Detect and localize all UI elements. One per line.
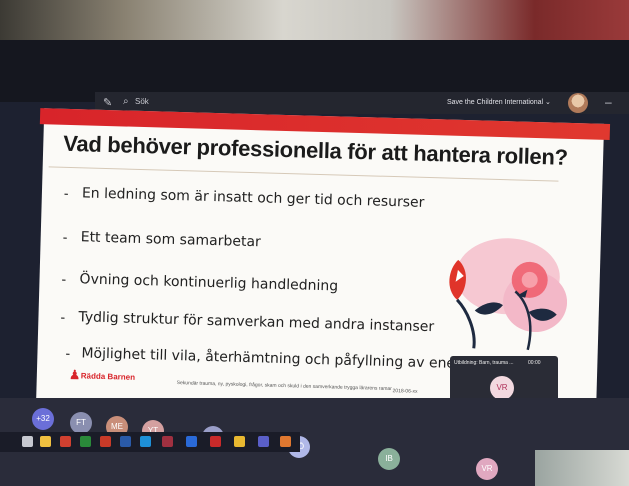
browser-icon[interactable] (140, 436, 151, 447)
minimize-button[interactable]: – (605, 95, 612, 109)
search-input[interactable]: Sök (135, 97, 149, 106)
windows-start-icon[interactable] (22, 436, 33, 447)
chrome-icon[interactable] (234, 436, 245, 447)
excel-icon[interactable] (80, 436, 91, 447)
teams-icon[interactable] (258, 436, 269, 447)
pdf-icon[interactable] (210, 436, 221, 447)
bullet-dash: - (61, 270, 67, 287)
meeting-title: Utbildning: Barn, trauma ... (454, 360, 514, 366)
participant-avatar[interactable]: FT (70, 412, 92, 434)
bullet-dash: - (63, 184, 69, 201)
footer-date: 2018-06-xx (392, 388, 418, 395)
bullet-item: Övning och kontinuerlig handledning (79, 271, 339, 295)
user-avatar[interactable] (568, 93, 588, 113)
word-icon[interactable] (120, 436, 131, 447)
bullet-dash: - (65, 344, 71, 362)
bullet-dash: - (62, 228, 68, 245)
flower-illustration-icon (449, 238, 568, 351)
footer-note: Sekundär trauma, ny, pyskologi, frågor, … (176, 380, 392, 393)
app-icon[interactable] (60, 436, 71, 447)
powerpoint-icon[interactable] (100, 436, 111, 447)
logo-text: Rädda Barnen (80, 371, 136, 382)
title-divider (48, 166, 559, 182)
search-icon[interactable]: ⌕ (123, 96, 129, 107)
bullet-item: En ledning som är insatt och ger tid och… (81, 185, 425, 211)
compose-icon[interactable]: ✎ (103, 96, 112, 109)
bullet-item: Ett team som samarbetar (80, 229, 262, 251)
bullet-item: Möjlighet till vila, återhämtning och på… (81, 345, 474, 373)
slide-title: Vad behöver professionella för att hante… (62, 130, 569, 170)
participant-avatar[interactable]: IB (378, 448, 400, 470)
bullet-dash: - (60, 308, 66, 325)
room-background (0, 0, 629, 40)
room-corner-background (535, 450, 629, 486)
more-participants-badge[interactable]: +32 (32, 408, 54, 430)
edge-icon[interactable] (186, 436, 197, 447)
app-icon[interactable] (280, 436, 291, 447)
participant-avatar: VR (490, 376, 514, 400)
teams-title-bar: ✎ ⌕ Sök Save the Children International … (95, 92, 629, 114)
file-explorer-icon[interactable] (40, 436, 51, 447)
radda-barnen-logo-icon: ♟ (68, 367, 81, 383)
organization-selector[interactable]: Save the Children International ⌄ (447, 98, 551, 106)
participant-avatar[interactable]: VR (476, 458, 498, 480)
meeting-timer: 00:00 (528, 360, 541, 366)
bullet-item: Tydlig struktur för samverkan med andra … (78, 309, 435, 336)
app-icon[interactable] (162, 436, 173, 447)
